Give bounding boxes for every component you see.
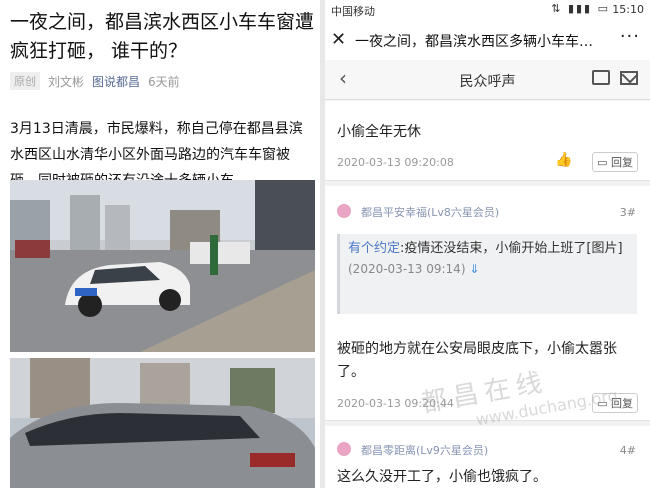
article-panel: 一夜之间，都昌滨水西区小车车窗遭疯狂打砸， 谁干的？ 原创 刘文彬 图说都昌 6… bbox=[0, 0, 320, 488]
avatar[interactable] bbox=[337, 442, 351, 456]
reply-button[interactable]: ▭ 回复 bbox=[592, 152, 638, 172]
publish-time: 6天前 bbox=[148, 74, 180, 89]
reply-post: 小偷全年无休 2020-03-13 09:20:08 👍 ▭ 回复 bbox=[325, 101, 650, 181]
more-button[interactable]: ··· bbox=[620, 26, 640, 47]
close-icon[interactable]: ✕ bbox=[331, 29, 346, 50]
avatar[interactable] bbox=[337, 204, 351, 218]
post-text: 小偷全年无休 bbox=[337, 124, 421, 140]
post-time: 2020-03-13 09:20:08 bbox=[337, 156, 454, 169]
reply-post: 都昌零距离(Lv9六星会员) 4# 这么久没开工了，小偷也饿疯了。 bbox=[325, 426, 650, 488]
chat-icon[interactable] bbox=[592, 70, 610, 85]
street-photo bbox=[10, 180, 315, 352]
article-title: 一夜之间，都昌滨水西区小车车窗遭疯狂打砸， 谁干的？ bbox=[10, 11, 315, 62]
account-link[interactable]: 图说都昌 bbox=[92, 73, 140, 90]
carrier-label: 中国移动 bbox=[331, 5, 375, 18]
quoted-reply: 有个约定:疫情还没结束，小偷开始上班了[图片] (2020-03-13 09:1… bbox=[337, 234, 637, 314]
user-name[interactable]: 都昌零距离(Lv9六星会员) bbox=[361, 442, 488, 458]
floor-number: 3# bbox=[619, 206, 636, 219]
forum-navbar: ‹ 民众呼声 bbox=[325, 60, 650, 100]
article-meta: 原创 刘文彬 图说都昌 6天前 bbox=[10, 72, 180, 90]
forum-panel: 中国移动 ⇅ ▮▮▮ ▭ 15:10 ✕ 一夜之间，都昌滨水西区多辆小车车… ·… bbox=[325, 0, 650, 488]
quoted-text: :疫情还没结束，小偷开始上班了[图片] bbox=[400, 241, 623, 256]
quoted-user[interactable]: 有个约定 bbox=[348, 241, 400, 256]
post-text: 这么久没开工了，小偷也饿疯了。 bbox=[337, 469, 547, 485]
user-name[interactable]: 都昌平安幸福(Lv8六星会员) bbox=[361, 204, 499, 220]
original-tag: 原创 bbox=[10, 72, 40, 90]
mail-icon[interactable] bbox=[620, 71, 638, 85]
clock: 15:10 bbox=[612, 3, 644, 16]
quoted-time: (2020-03-13 09:14) bbox=[348, 262, 466, 276]
page-title: 一夜之间，都昌滨水西区多辆小车车… bbox=[355, 34, 593, 50]
browser-topbar: ✕ 一夜之间，都昌滨水西区多辆小车车… ··· bbox=[325, 20, 650, 60]
expand-quote-icon[interactable]: ⇓ bbox=[469, 262, 479, 276]
author-name: 刘文彬 bbox=[48, 74, 85, 89]
like-icon[interactable]: 👍 bbox=[555, 152, 572, 168]
damaged-car-photo bbox=[10, 358, 315, 488]
signal-icons: ⇅ ▮▮▮ ▭ bbox=[551, 2, 610, 15]
status-bar: 中国移动 ⇅ ▮▮▮ ▭ 15:10 bbox=[325, 0, 650, 20]
floor-number: 4# bbox=[619, 444, 636, 457]
